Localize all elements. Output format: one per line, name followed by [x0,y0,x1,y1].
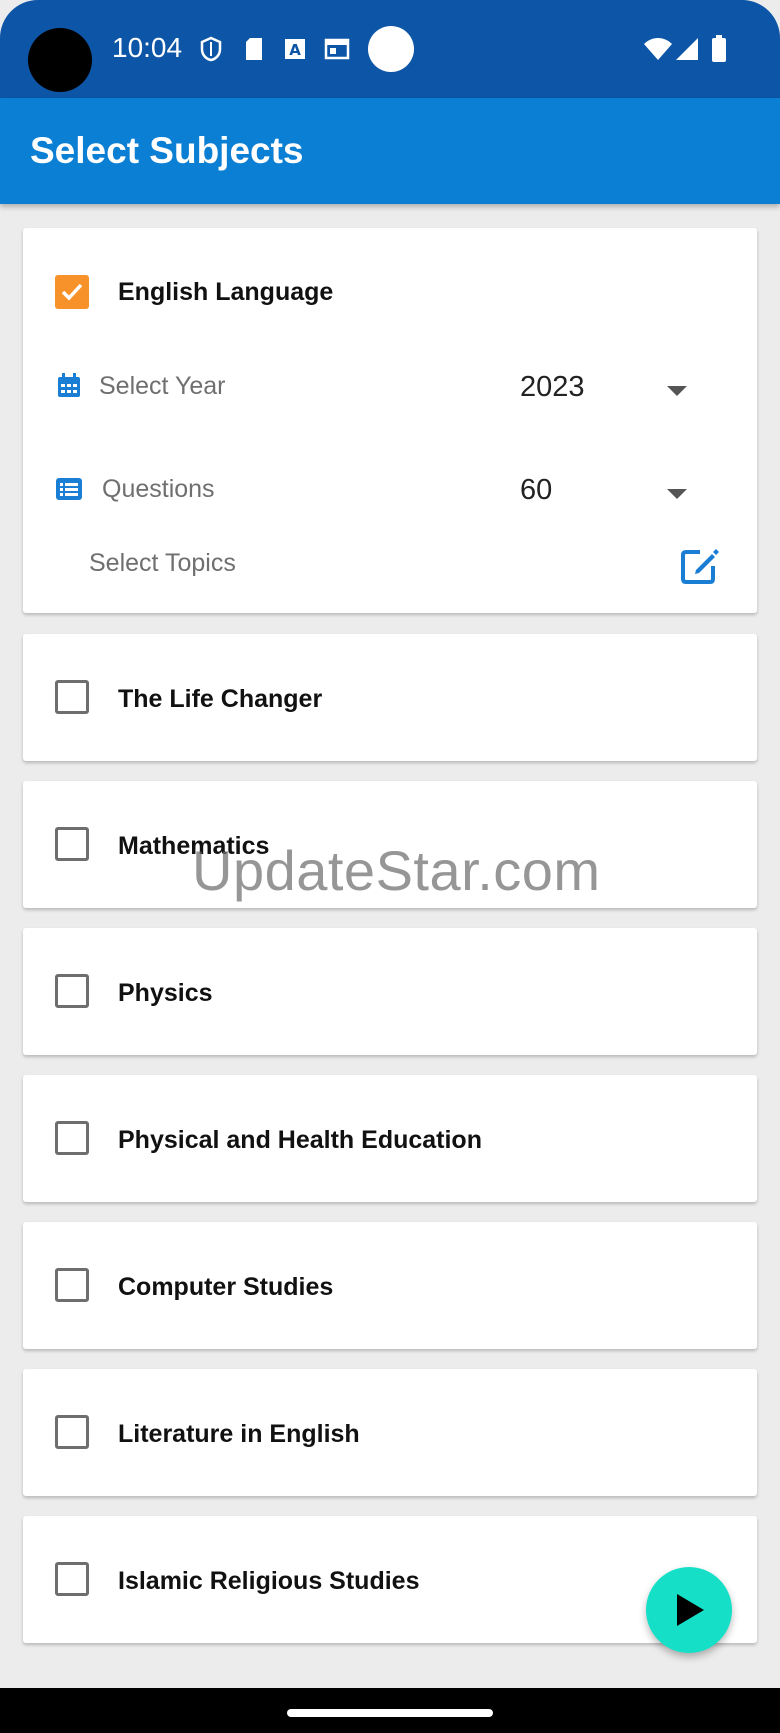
shield-icon [198,36,224,62]
year-value: 2023 [520,371,585,403]
subject-label: Physics [118,979,213,1007]
subject-card[interactable]: Physical and Health Education [23,1075,757,1202]
subject-checkbox[interactable] [55,1121,89,1155]
chevron-down-icon [667,386,687,396]
edit-icon[interactable] [679,546,721,586]
navigation-bar [0,1688,780,1733]
subject-card[interactable]: Islamic Religious Studies [23,1516,757,1643]
signal-icon [674,36,700,62]
play-icon [677,1594,704,1626]
subject-checkbox[interactable] [55,1562,89,1596]
subject-card[interactable]: Physics [23,928,757,1055]
camera-cutout [28,28,92,92]
questions-value: 60 [520,474,553,506]
year-label: Select Year [99,372,226,400]
list-icon [56,478,82,500]
check-icon [61,283,83,301]
questions-label: Questions [102,475,215,503]
subject-card[interactable]: Mathematics [23,781,757,908]
calendar-icon [58,373,80,397]
subject-checkbox[interactable] [55,1268,89,1302]
home-handle[interactable] [287,1709,493,1717]
status-dot [368,26,414,72]
chevron-down-icon [667,489,687,499]
subject-label: English Language [118,278,334,306]
subject-card[interactable]: Computer Studies [23,1222,757,1349]
subject-card[interactable]: Literature in English [23,1369,757,1496]
select-topics-label: Select Topics [89,549,236,577]
year-dropdown[interactable]: 2023 [513,353,713,423]
battery-icon [706,35,732,62]
font-icon: A [282,36,308,62]
svg-text:A: A [289,41,301,59]
calendar-panel-icon [324,36,350,62]
page-title: Select Subjects [30,130,304,171]
subject-label: The Life Changer [118,685,323,713]
status-time: 10:04 [112,32,183,63]
wifi-icon [642,36,674,62]
questions-dropdown[interactable]: 60 [513,456,713,526]
start-button[interactable] [646,1567,732,1653]
sd-card-icon [241,36,267,62]
subject-label: Literature in English [118,1420,360,1448]
subject-label: Physical and Health Education [118,1126,482,1154]
subject-label: Islamic Religious Studies [118,1567,420,1595]
subject-checkbox[interactable] [55,275,89,309]
status-bar: 10:04 A [0,0,780,98]
app-bar: Select Subjects [0,98,780,204]
subject-checkbox[interactable] [55,827,89,861]
subject-label: Computer Studies [118,1273,334,1301]
subject-card-expanded: English Language Select Year 2023 Questi… [23,228,757,613]
subject-label: Mathematics [118,832,270,860]
subject-checkbox[interactable] [55,1415,89,1449]
subject-card[interactable]: The Life Changer [23,634,757,761]
subject-checkbox[interactable] [55,680,89,714]
subject-checkbox[interactable] [55,974,89,1008]
